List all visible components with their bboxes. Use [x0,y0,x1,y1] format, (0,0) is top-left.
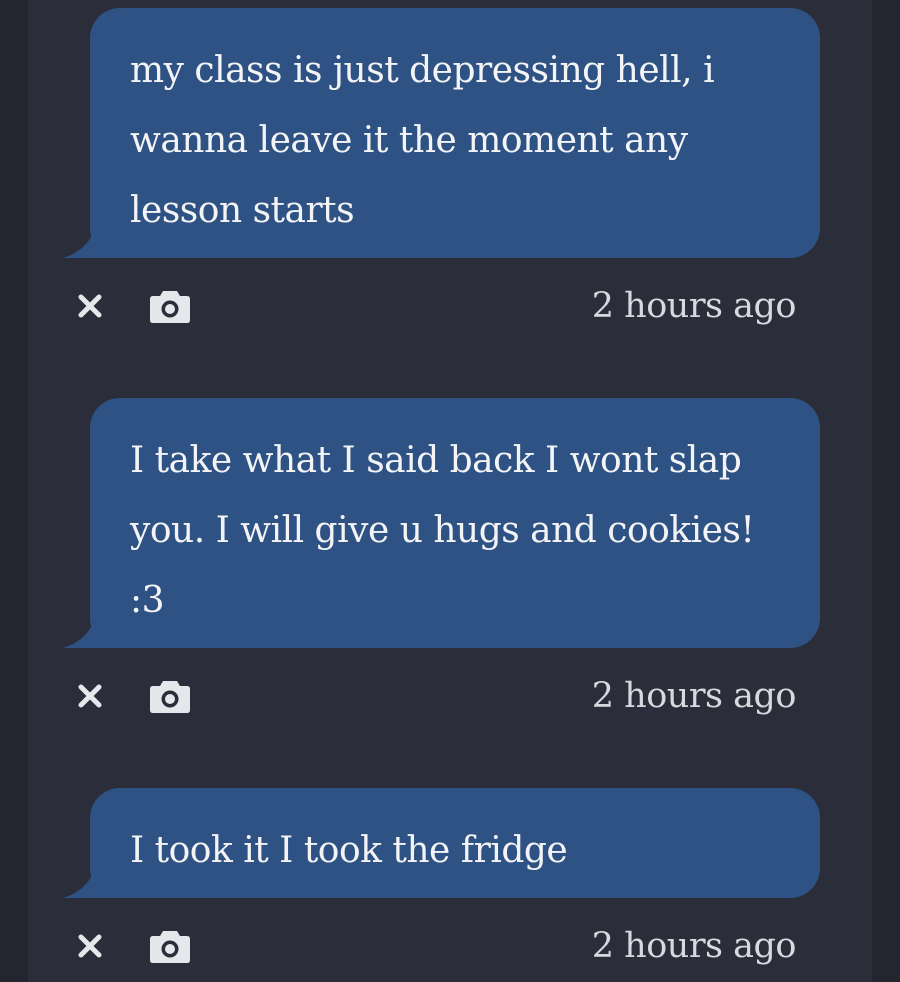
bubble-tail [62,226,120,258]
bubble-tail [62,866,120,898]
close-icon [78,684,102,708]
message-meta: 2 hours ago [28,282,872,332]
camera-icon [150,291,190,323]
app-window: my class is just depressing hell, i wann… [0,0,900,982]
message-text: I take what I said back I wont slap you.… [130,440,755,621]
delete-button[interactable] [66,672,114,720]
message-meta: 2 hours ago [28,672,872,722]
message-bubble: my class is just depressing hell, i wann… [90,8,820,258]
close-icon [78,934,102,958]
camera-icon [150,931,190,963]
screenshot-button[interactable] [146,282,194,330]
close-icon [78,294,102,318]
message-text: I took it I took the fridge [130,830,568,871]
message-bubble: I take what I said back I wont slap you.… [90,398,820,648]
delete-button[interactable] [66,282,114,330]
delete-button[interactable] [66,922,114,970]
screenshot-button[interactable] [146,922,194,970]
timestamp: 2 hours ago [591,926,797,966]
message-feed: my class is just depressing hell, i wann… [28,0,872,982]
screenshot-button[interactable] [146,672,194,720]
message-meta: 2 hours ago [28,922,872,972]
bubble-tail [62,616,120,648]
camera-icon [150,681,190,713]
timestamp: 2 hours ago [591,286,797,326]
message-bubble: I took it I took the fridge [90,788,820,898]
message-text: my class is just depressing hell, i wann… [130,50,715,231]
timestamp: 2 hours ago [591,676,797,716]
